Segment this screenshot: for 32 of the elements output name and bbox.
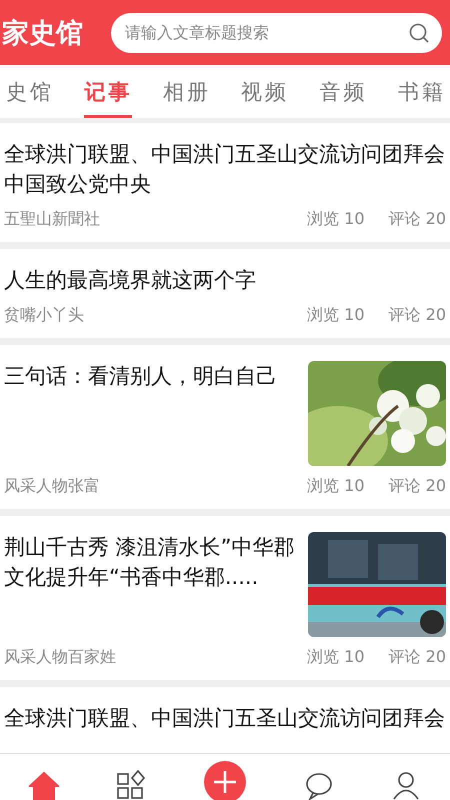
article-source: 贫嘴小丫头	[4, 305, 85, 326]
article-source: 五聖山新聞社	[4, 209, 101, 230]
user-icon	[391, 770, 422, 800]
view-count: 浏览 10	[307, 476, 365, 497]
comment-count: 评论 20	[388, 476, 446, 497]
article-title[interactable]: 全球洪门联盟、中国洪门五圣山交流访问团拜会	[4, 703, 446, 733]
search-field[interactable]: 请输入文章标题搜索	[111, 12, 442, 52]
app-logo: 家史馆	[2, 16, 83, 50]
nav-button[interactable]	[116, 770, 146, 800]
view-count: 浏览 10	[307, 305, 365, 326]
category-tab[interactable]: 史馆	[6, 65, 54, 118]
home-icon	[28, 770, 59, 800]
view-count: 浏览 10	[307, 209, 365, 230]
category-tab[interactable]: 视频	[241, 65, 290, 118]
category-tab[interactable]: 书籍	[398, 65, 446, 118]
article-source: 风采人物张富	[4, 476, 101, 497]
article-title[interactable]: 荆山千古秀 漆沮清水长”中华郡文化提升年“书香中华郡.....	[4, 532, 296, 592]
nav-button[interactable]	[391, 770, 422, 800]
comment-count: 评论 20	[388, 209, 446, 230]
comment-count: 评论 20	[388, 647, 446, 668]
comment-count: 评论 20	[388, 305, 446, 326]
search-icon[interactable]	[408, 22, 430, 44]
category-tab[interactable]: 音频	[320, 65, 368, 118]
article-title[interactable]: 三句话：看清别人，明白自己	[4, 361, 296, 391]
apps-icon	[116, 770, 146, 800]
chat-icon	[304, 770, 334, 800]
article-source: 风采人物百家姓	[4, 647, 117, 668]
view-count: 浏览 10	[307, 647, 365, 668]
article-title[interactable]: 人生的最高境界就这两个字	[4, 265, 446, 295]
article-title[interactable]: 全球洪门联盟、中国洪门五圣山交流访问团拜会中国致公党中央	[4, 139, 446, 199]
category-tab[interactable]: 相册	[162, 65, 211, 118]
nav-button[interactable]	[304, 770, 334, 800]
